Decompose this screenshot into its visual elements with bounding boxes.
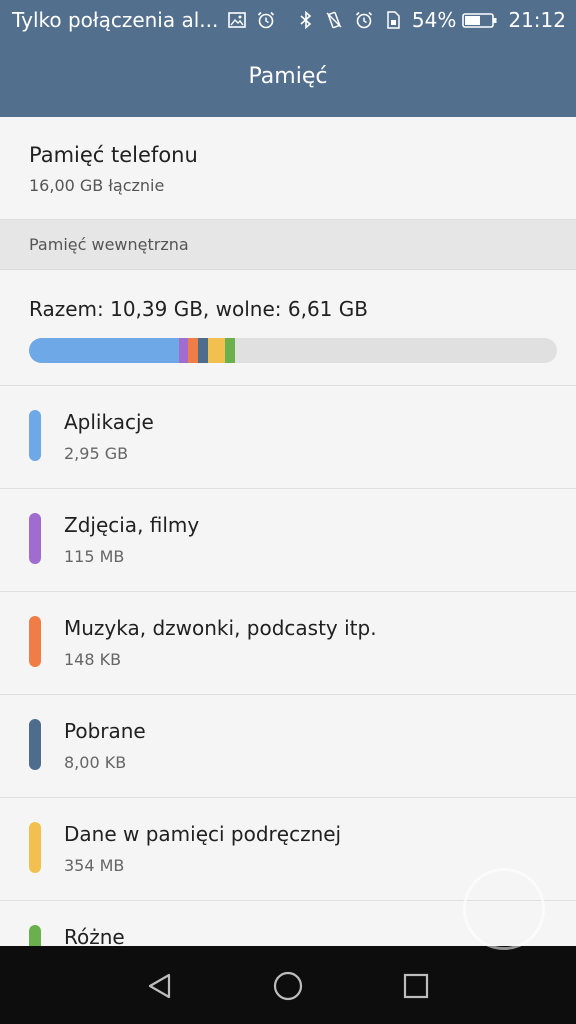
battery-icon [462, 10, 498, 30]
storage-summary: Razem: 10,39 GB, wolne: 6,61 GB [0, 270, 576, 386]
category-size: 115 MB [64, 547, 125, 566]
category-name: Aplikacje [64, 410, 154, 434]
app-header: Tylko połączenia al... 54% 21:12 Pamięć [0, 0, 576, 117]
home-icon[interactable] [268, 966, 308, 1006]
usage-segment-misc [225, 338, 235, 363]
usage-segment-music [188, 338, 198, 363]
storage-usage-bar [29, 338, 557, 363]
clock-time: 21:12 [508, 8, 566, 32]
recent-apps-icon[interactable] [396, 966, 436, 1006]
category-name: Muzyka, dzwonki, podcasty itp. [64, 616, 377, 640]
storage-summary-text: Razem: 10,39 GB, wolne: 6,61 GB [29, 297, 368, 321]
category-item-music[interactable]: Muzyka, dzwonki, podcasty itp. 148 KB [0, 592, 576, 695]
category-color-marker [29, 719, 41, 770]
navigation-bar [0, 946, 576, 1024]
category-size: 354 MB [64, 856, 125, 875]
phone-memory-item[interactable]: Pamięć telefonu 16,00 GB łącznie [0, 117, 576, 219]
battery-percent: 54% [411, 8, 457, 32]
image-icon [227, 10, 247, 30]
alarm-icon [354, 10, 374, 30]
category-item-apps[interactable]: Aplikacje 2,95 GB [0, 386, 576, 489]
section-label: Pamięć wewnętrzna [29, 235, 189, 254]
phone-memory-title: Pamięć telefonu [29, 143, 198, 167]
category-color-marker [29, 616, 41, 667]
usage-segment-downloads [198, 338, 208, 363]
category-size: 2,95 GB [64, 444, 129, 463]
usage-segment-cache [208, 338, 225, 363]
category-color-marker [29, 410, 41, 461]
floating-dock-button[interactable] [463, 868, 545, 950]
category-color-marker [29, 925, 41, 946]
carrier-text: Tylko połączenia al... [12, 8, 219, 32]
storage-content[interactable]: Pamięć telefonu 16,00 GB łącznie Pamięć … [0, 117, 576, 946]
category-size: 148 KB [64, 650, 122, 669]
usage-segment-apps [29, 338, 179, 363]
category-name: Pobrane [64, 719, 146, 743]
internal-storage-header: Pamięć wewnętrzna [0, 219, 576, 270]
alarm-icon [256, 10, 276, 30]
vibrate-icon [324, 10, 344, 30]
category-color-marker [29, 513, 41, 564]
usage-segment-photos [179, 338, 188, 363]
category-name: Dane w pamięci podręcznej [64, 822, 342, 846]
status-left: Tylko połączenia al... [12, 8, 276, 32]
category-size: 8,00 KB [64, 753, 127, 772]
status-right: 54% 21:12 [298, 8, 566, 32]
phone-memory-total: 16,00 GB łącznie [29, 176, 165, 195]
category-color-marker [29, 822, 41, 873]
category-name: Różne [64, 925, 125, 946]
status-bar: Tylko połączenia al... 54% 21:12 [0, 0, 576, 40]
category-name: Zdjęcia, filmy [64, 513, 200, 537]
category-item-photos[interactable]: Zdjęcia, filmy 115 MB [0, 489, 576, 592]
bluetooth-icon [298, 10, 314, 30]
category-item-downloads[interactable]: Pobrane 8,00 KB [0, 695, 576, 798]
back-icon[interactable] [140, 966, 180, 1006]
page-title: Pamięć [248, 64, 328, 89]
sim-icon [384, 10, 402, 30]
